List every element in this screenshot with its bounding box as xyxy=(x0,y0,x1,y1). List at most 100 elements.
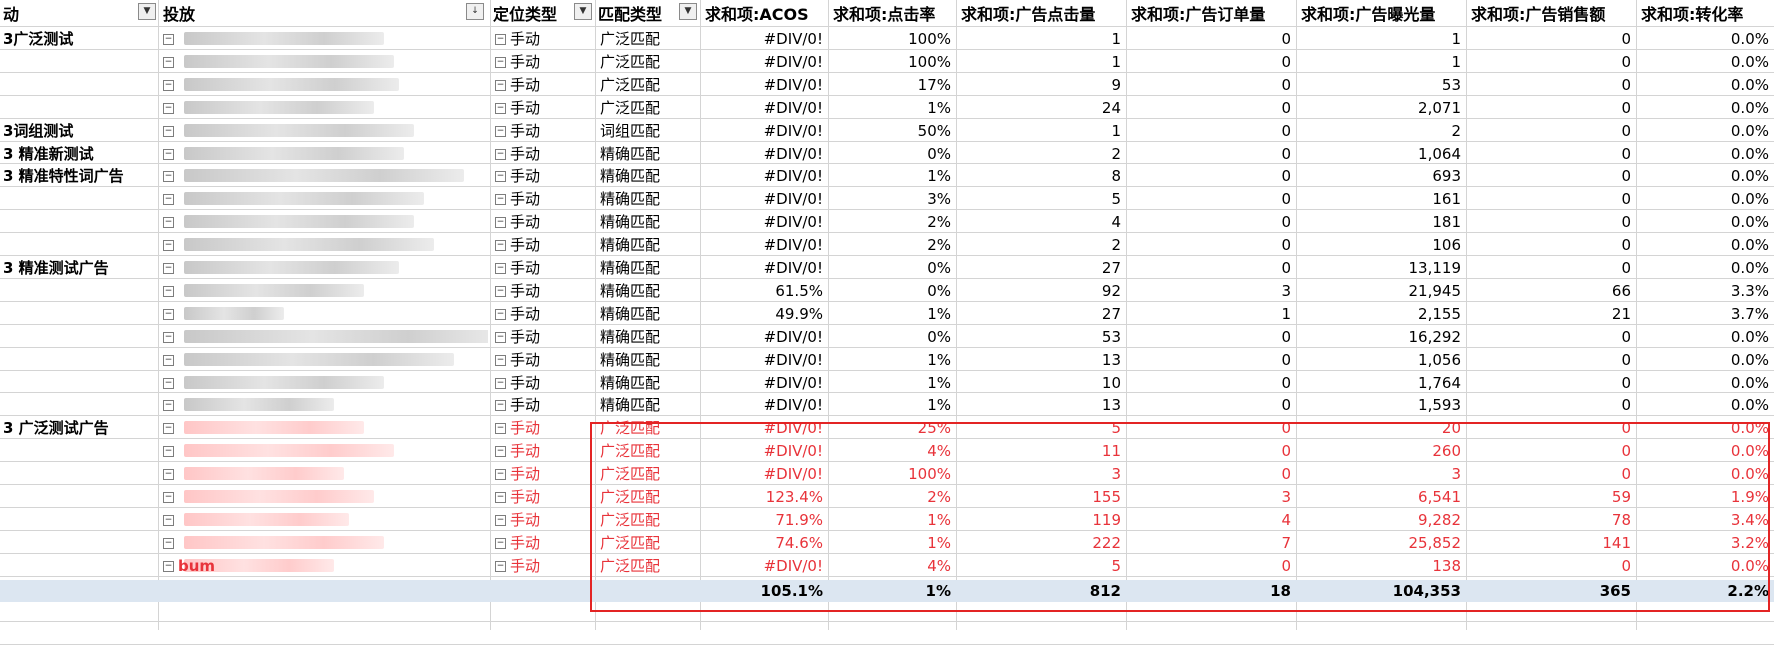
position-type-cell[interactable]: − 手动 xyxy=(492,165,592,187)
collapse-toggle-icon[interactable]: − xyxy=(163,148,174,160)
targeting-cell[interactable]: − xyxy=(160,211,488,233)
collapse-toggle-icon[interactable]: − xyxy=(495,171,506,183)
collapse-toggle-icon[interactable]: − xyxy=(495,240,506,252)
targeting-cell[interactable]: − xyxy=(160,394,488,416)
collapse-toggle-icon[interactable]: − xyxy=(163,514,174,526)
targeting-cell[interactable]: − xyxy=(160,120,488,142)
collapse-toggle-icon[interactable]: − xyxy=(163,354,174,366)
targeting-cell[interactable]: − xyxy=(160,509,488,531)
targeting-sort-icon[interactable]: ↓ xyxy=(466,3,484,20)
collapse-toggle-icon[interactable]: − xyxy=(163,469,174,481)
targeting-cell[interactable]: − xyxy=(160,486,488,508)
collapse-toggle-icon[interactable]: − xyxy=(495,56,506,68)
position-type-cell[interactable]: − 手动 xyxy=(492,97,592,119)
position-type-cell[interactable]: − 手动 xyxy=(492,120,592,142)
targeting-cell[interactable]: − xyxy=(160,326,488,348)
collapse-toggle-icon[interactable]: − xyxy=(163,331,174,343)
collapse-toggle-icon[interactable]: − xyxy=(495,400,506,412)
position-type-cell[interactable]: − 手动 xyxy=(492,143,592,165)
collapse-toggle-icon[interactable]: − xyxy=(163,217,174,229)
targeting-cell[interactable]: − xyxy=(160,280,488,302)
targeting-cell[interactable]: − xyxy=(160,97,488,119)
collapse-toggle-icon[interactable]: − xyxy=(163,400,174,412)
collapse-toggle-icon[interactable]: − xyxy=(495,331,506,343)
targeting-cell[interactable]: − xyxy=(160,28,488,50)
position-type-cell[interactable]: − 手动 xyxy=(492,372,592,394)
position-type-cell[interactable]: − 手动 xyxy=(492,532,592,554)
position-type-cell[interactable]: − 手动 xyxy=(492,74,592,96)
targeting-cell[interactable]: − xyxy=(160,372,488,394)
targeting-cell[interactable]: − xyxy=(160,349,488,371)
collapse-toggle-icon[interactable]: − xyxy=(495,514,506,526)
collapse-toggle-icon[interactable]: − xyxy=(163,194,174,206)
collapse-toggle-icon[interactable]: − xyxy=(495,125,506,137)
collapse-toggle-icon[interactable]: − xyxy=(163,423,174,435)
targeting-cell[interactable]: − xyxy=(160,51,488,73)
pivot-table-sheet[interactable]: 动 ▼ 投放 ↓ 定位类型 ▼ 匹配类型 ▼ 求和项:ACOS 求和项:点击率 … xyxy=(0,0,1774,645)
collapse-toggle-icon[interactable]: − xyxy=(163,263,174,274)
collapse-toggle-icon[interactable]: − xyxy=(495,102,506,114)
position-type-cell[interactable]: − 手动 xyxy=(492,211,592,233)
collapse-toggle-icon[interactable]: − xyxy=(495,423,506,435)
targeting-cell[interactable]: − xyxy=(160,234,488,256)
targeting-cell[interactable]: − xyxy=(160,463,488,485)
targeting-cell[interactable]: − xyxy=(160,440,488,462)
collapse-toggle-icon[interactable]: − xyxy=(495,446,506,458)
collapse-toggle-icon[interactable]: − xyxy=(163,56,174,68)
collapse-toggle-icon[interactable]: − xyxy=(163,34,174,45)
position-type-cell[interactable]: − 手动 xyxy=(492,417,592,439)
position-type-cell[interactable]: − 手动 xyxy=(492,234,592,256)
targeting-cell[interactable]: − xyxy=(160,532,488,554)
position-type-cell[interactable]: − 手动 xyxy=(492,257,592,279)
collapse-toggle-icon[interactable]: − xyxy=(163,102,174,114)
position-type-cell[interactable]: − 手动 xyxy=(492,280,592,302)
collapse-toggle-icon[interactable]: − xyxy=(495,492,506,503)
position-type-cell[interactable]: − 手动 xyxy=(492,394,592,416)
collapse-toggle-icon[interactable]: − xyxy=(495,377,506,389)
collapse-toggle-icon[interactable]: − xyxy=(163,560,174,572)
targeting-cell[interactable]: − xyxy=(160,74,488,96)
position-type-cell[interactable]: − 手动 xyxy=(492,349,592,371)
collapse-toggle-icon[interactable]: − xyxy=(163,285,174,297)
collapse-toggle-icon[interactable]: − xyxy=(163,377,174,389)
position-type-cell[interactable]: − 手动 xyxy=(492,28,592,50)
collapse-toggle-icon[interactable]: − xyxy=(495,263,506,274)
collapse-toggle-icon[interactable]: − xyxy=(163,79,174,91)
position-type-cell[interactable]: − 手动 xyxy=(492,51,592,73)
collapse-toggle-icon[interactable]: − xyxy=(163,446,174,458)
targeting-cell[interactable]: − xyxy=(160,143,488,165)
collapse-toggle-icon[interactable]: − xyxy=(495,34,506,45)
collapse-toggle-icon[interactable]: − xyxy=(495,469,506,481)
collapse-toggle-icon[interactable]: − xyxy=(163,125,174,137)
position-type-cell[interactable]: − 手动 xyxy=(492,303,592,325)
position-type-cell[interactable]: − 手动 xyxy=(492,463,592,485)
collapse-toggle-icon[interactable]: − xyxy=(495,285,506,297)
collapse-toggle-icon[interactable]: − xyxy=(163,171,174,183)
position-type-cell[interactable]: − 手动 xyxy=(492,555,592,577)
collapse-toggle-icon[interactable]: − xyxy=(495,194,506,206)
collapse-toggle-icon[interactable]: − xyxy=(495,148,506,160)
targeting-cell[interactable]: − xyxy=(160,188,488,210)
position-filter-icon[interactable]: ▼ xyxy=(574,3,592,20)
position-type-cell[interactable]: − 手动 xyxy=(492,440,592,462)
campaign-filter-icon[interactable]: ▼ xyxy=(138,3,156,20)
collapse-toggle-icon[interactable]: − xyxy=(495,560,506,572)
position-type-cell[interactable]: − 手动 xyxy=(492,326,592,348)
match-filter-icon[interactable]: ▼ xyxy=(679,3,697,20)
targeting-cell[interactable]: − xyxy=(160,165,488,187)
collapse-toggle-icon[interactable]: − xyxy=(495,79,506,91)
targeting-cell[interactable]: − xyxy=(160,417,488,439)
targeting-cell[interactable]: − xyxy=(160,257,488,279)
position-type-cell[interactable]: − 手动 xyxy=(492,509,592,531)
position-type-cell[interactable]: − 手动 xyxy=(492,188,592,210)
collapse-toggle-icon[interactable]: − xyxy=(163,492,174,503)
position-type-cell[interactable]: − 手动 xyxy=(492,486,592,508)
collapse-toggle-icon[interactable]: − xyxy=(495,217,506,229)
collapse-toggle-icon[interactable]: − xyxy=(495,537,506,549)
collapse-toggle-icon[interactable]: − xyxy=(163,537,174,549)
collapse-toggle-icon[interactable]: − xyxy=(495,354,506,366)
collapse-toggle-icon[interactable]: − xyxy=(163,308,174,320)
targeting-cell[interactable]: − bum xyxy=(160,555,488,577)
collapse-toggle-icon[interactable]: − xyxy=(163,240,174,252)
targeting-cell[interactable]: − xyxy=(160,303,488,325)
